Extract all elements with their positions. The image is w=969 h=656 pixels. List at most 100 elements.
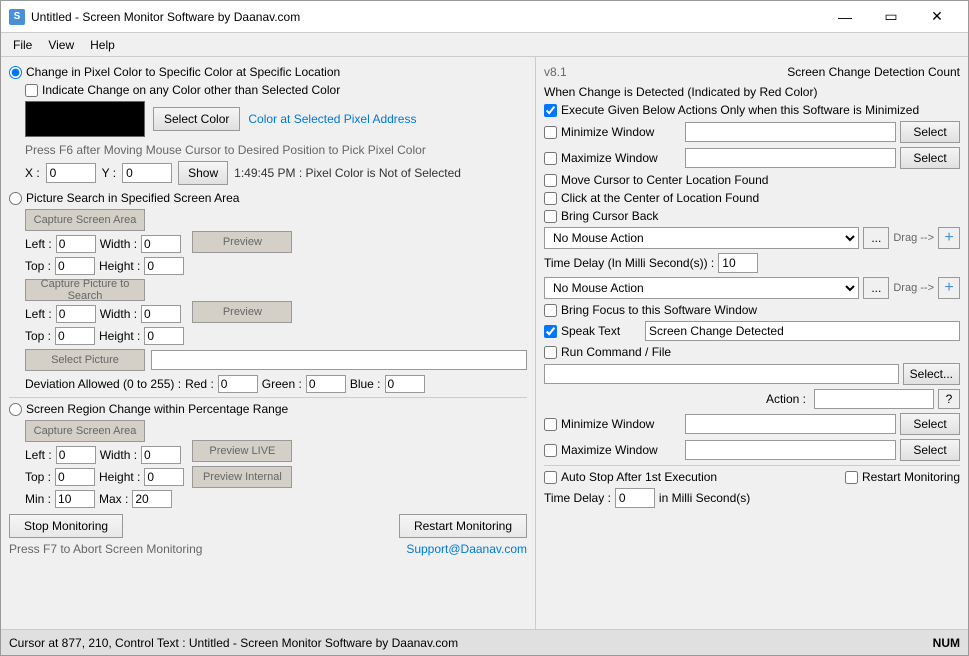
- menu-help[interactable]: Help: [82, 36, 123, 54]
- move-cursor-row: Move Cursor to Center Location Found: [544, 173, 960, 187]
- when-detected-row: When Change is Detected (Indicated by Re…: [544, 85, 960, 99]
- left1-input[interactable]: [56, 235, 96, 253]
- left-panel: Change in Pixel Color to Specific Color …: [1, 57, 536, 629]
- run-command-checkbox[interactable]: [544, 346, 557, 359]
- blue-input[interactable]: [385, 375, 425, 393]
- select3-btn[interactable]: Select: [900, 413, 960, 435]
- restart-monitoring-btn[interactable]: Restart Monitoring: [399, 514, 527, 538]
- x-input[interactable]: [46, 163, 96, 183]
- stop-monitoring-btn[interactable]: Stop Monitoring: [9, 514, 123, 538]
- dots-btn2[interactable]: ...: [863, 277, 889, 299]
- height3-input[interactable]: [144, 468, 184, 486]
- restart-monitoring-checkbox[interactable]: [845, 471, 858, 484]
- left3-input[interactable]: [56, 446, 96, 464]
- select-picture-btn[interactable]: Select Picture: [25, 349, 145, 371]
- capture-screen-area-btn1[interactable]: Capture Screen Area: [25, 209, 145, 231]
- red-input[interactable]: [218, 375, 258, 393]
- q-btn[interactable]: ?: [938, 389, 960, 409]
- bring-cursor-row: Bring Cursor Back: [544, 209, 960, 223]
- minimize-window-input[interactable]: [685, 122, 896, 142]
- minimize-window2-input[interactable]: [685, 414, 896, 434]
- radio1[interactable]: [9, 66, 22, 79]
- height1-input[interactable]: [144, 257, 184, 275]
- auto-stop-checkbox[interactable]: [544, 471, 557, 484]
- select-dots-btn[interactable]: Select...: [903, 363, 960, 385]
- bring-cursor-checkbox[interactable]: [544, 210, 557, 223]
- color-address-link[interactable]: Color at Selected Pixel Address: [248, 112, 416, 126]
- left2-input[interactable]: [56, 305, 96, 323]
- auto-stop-label: Auto Stop After 1st Execution: [561, 470, 717, 484]
- bring-focus-checkbox[interactable]: [544, 304, 557, 317]
- top3-input[interactable]: [55, 468, 95, 486]
- run-command-input[interactable]: [544, 364, 899, 384]
- indicate-change-checkbox[interactable]: [25, 84, 38, 97]
- select-color-btn[interactable]: Select Color: [153, 107, 240, 131]
- max-label: Max :: [99, 492, 128, 506]
- capture-screen-area-btn3[interactable]: Capture Screen Area: [25, 420, 145, 442]
- move-cursor-checkbox[interactable]: [544, 174, 557, 187]
- capture-col2: Capture Picture to Search Left : Width :…: [25, 279, 184, 345]
- preview-live-btn[interactable]: Preview LIVE: [192, 440, 292, 462]
- min-input[interactable]: [55, 490, 95, 508]
- execute-minimized-checkbox[interactable]: [544, 104, 557, 117]
- select4-btn[interactable]: Select: [900, 439, 960, 461]
- time-status: 1:49:45 PM : Pixel Color is Not of Selec…: [234, 166, 461, 180]
- width2-label: Width :: [100, 307, 137, 321]
- speak-text-checkbox[interactable]: [544, 325, 557, 338]
- width3-label: Width :: [100, 448, 137, 462]
- width1-input[interactable]: [141, 235, 181, 253]
- mouse-action-dropdown1[interactable]: No Mouse Action: [544, 227, 859, 249]
- capture-picture-btn[interactable]: Capture Picture to Search: [25, 279, 145, 301]
- radio2[interactable]: [9, 192, 22, 205]
- time-delay2-input[interactable]: [615, 488, 655, 508]
- speak-input[interactable]: [645, 321, 960, 341]
- height2-input[interactable]: [144, 327, 184, 345]
- max-input[interactable]: [132, 490, 172, 508]
- y-input[interactable]: [122, 163, 172, 183]
- maximize-window-btn[interactable]: ▭: [868, 1, 914, 33]
- restart-monitoring-label: Restart Monitoring: [862, 470, 960, 484]
- minimize-window2-checkbox[interactable]: [544, 418, 557, 431]
- select1-btn[interactable]: Select: [900, 121, 960, 143]
- plus-btn2[interactable]: +: [938, 277, 960, 299]
- top1-input[interactable]: [55, 257, 95, 275]
- support-link[interactable]: Support@Daanav.com: [406, 542, 527, 556]
- close-window-btn[interactable]: ✕: [914, 1, 960, 33]
- maximize-window2-checkbox[interactable]: [544, 444, 557, 457]
- minimize-window-btn[interactable]: —: [822, 1, 868, 33]
- width3-input[interactable]: [141, 446, 181, 464]
- run-command-label: Run Command / File: [561, 345, 671, 359]
- green-input[interactable]: [306, 375, 346, 393]
- y-label: Y :: [102, 166, 116, 180]
- action-input[interactable]: [814, 389, 934, 409]
- picture-path-input[interactable]: [151, 350, 527, 370]
- preview-internal-btn[interactable]: Preview Internal: [192, 466, 292, 488]
- minimize-window-checkbox[interactable]: [544, 126, 557, 139]
- maximize-window-checkbox[interactable]: [544, 152, 557, 165]
- menu-view[interactable]: View: [40, 36, 82, 54]
- click-center-row: Click at the Center of Location Found: [544, 191, 960, 205]
- mouse-action-dropdown2[interactable]: No Mouse Action: [544, 277, 859, 299]
- drag1-label: Drag -->: [893, 232, 934, 244]
- select2-btn[interactable]: Select: [900, 147, 960, 169]
- coord-row: X : Y : Show 1:49:45 PM : Pixel Color is…: [25, 161, 527, 185]
- maximize-window-input[interactable]: [685, 148, 896, 168]
- menu-file[interactable]: File: [5, 36, 40, 54]
- color-swatch[interactable]: [25, 101, 145, 137]
- radio3[interactable]: [9, 403, 22, 416]
- show-btn[interactable]: Show: [178, 161, 228, 185]
- radio3-label: Screen Region Change within Percentage R…: [26, 402, 288, 416]
- time-delay-input[interactable]: [718, 253, 758, 273]
- preview1-btn[interactable]: Preview: [192, 231, 292, 253]
- mouse-action-row1: No Mouse Action ... Drag --> +: [544, 227, 960, 249]
- dots-btn1[interactable]: ...: [863, 227, 889, 249]
- radio1-row: Change in Pixel Color to Specific Color …: [9, 65, 527, 79]
- click-center-checkbox[interactable]: [544, 192, 557, 205]
- top2-input[interactable]: [55, 327, 95, 345]
- radio2-row: Picture Search in Specified Screen Area: [9, 191, 527, 205]
- time-delay-label: Time Delay (In Milli Second(s)) :: [544, 256, 714, 270]
- width2-input[interactable]: [141, 305, 181, 323]
- maximize-window2-input[interactable]: [685, 440, 896, 460]
- plus-btn1[interactable]: +: [938, 227, 960, 249]
- preview2-btn[interactable]: Preview: [192, 301, 292, 323]
